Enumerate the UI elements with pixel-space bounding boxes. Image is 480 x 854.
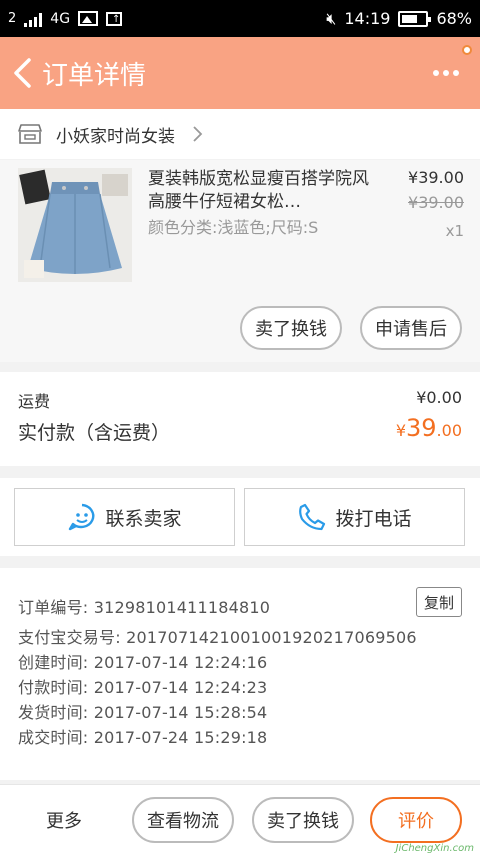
paid-decimal: .00: [436, 421, 462, 440]
product-original-price: ¥39.00: [408, 193, 464, 212]
call-phone-button[interactable]: 拨打电话: [244, 488, 465, 546]
network-type: 4G: [50, 10, 71, 27]
chevron-left-icon: [14, 58, 31, 88]
more-link[interactable]: 更多: [46, 807, 82, 833]
shipping-value: ¥0.00: [416, 388, 462, 407]
phone-icon: [299, 503, 326, 531]
upload-notification-icon: ↑: [106, 11, 123, 26]
page-title: 订单详情: [42, 60, 147, 91]
signal-icon: [24, 11, 43, 27]
fee-summary: 运费 ¥0.00 实付款（含运费） ¥39.00: [0, 372, 480, 466]
status-bar: 2 4G ↑ 🔇︎ 14:19 68%: [0, 0, 480, 37]
order-number-label: 订单编号:: [18, 598, 89, 617]
shipped-time: 2017-07-14 15:28:54: [93, 703, 268, 722]
product-title: 夏装韩版宽松显瘦百搭学院风高腰牛仔短裙女松…: [148, 169, 369, 212]
battery-percent: 68%: [436, 9, 472, 28]
image-notification-icon: [78, 11, 99, 26]
shop-icon: [18, 124, 42, 144]
paid-currency: ¥: [395, 421, 406, 440]
alipay-label: 支付宝交易号:: [18, 628, 121, 647]
shipping-label: 运费: [18, 392, 51, 411]
product-sku: 颜色分类:浅蓝色;尺码:S: [148, 218, 319, 237]
order-number-row: 订单编号: 31298101411184810: [18, 594, 270, 618]
product-quantity: x1: [445, 222, 464, 240]
paid-time-label: 付款时间:: [18, 678, 89, 697]
back-button[interactable]: [4, 37, 40, 109]
shipped-row: 发货时间: 2017-07-14 15:28:54: [18, 699, 267, 723]
created-label: 创建时间:: [18, 653, 89, 672]
completed-row: 成交时间: 2017-07-24 15:29:18: [18, 724, 267, 748]
copy-button[interactable]: 复制: [416, 587, 462, 617]
product-price: ¥39.00: [408, 168, 464, 187]
paid-time: 2017-07-14 12:24:23: [93, 678, 268, 697]
dot-icon: [453, 70, 459, 76]
paid-time-row: 付款时间: 2017-07-14 12:24:23: [18, 674, 267, 698]
view-logistics-button[interactable]: 查看物流: [132, 797, 234, 843]
created-time: 2017-07-14 12:24:16: [93, 653, 268, 672]
contact-seller-label: 联系卖家: [105, 507, 182, 530]
shipped-label: 发货时间:: [18, 703, 89, 722]
after-sale-button[interactable]: 申请售后: [360, 306, 462, 350]
paid-amount: ¥39.00: [396, 414, 462, 442]
paid-integer: 39: [406, 414, 437, 442]
dot-icon: [443, 70, 449, 76]
call-phone-label: 拨打电话: [335, 507, 412, 530]
bottom-action-bar: 更多 查看物流 卖了换钱 评价: [0, 784, 480, 854]
dot-icon: [433, 70, 439, 76]
title-bar: 订单详情: [0, 37, 480, 109]
review-button[interactable]: 评价: [370, 797, 462, 843]
contact-section: 联系卖家 拨打电话: [0, 478, 480, 556]
alipay-number: 2017071421001001920217069506: [126, 628, 417, 647]
created-row: 创建时间: 2017-07-14 12:24:16: [18, 649, 267, 673]
completed-label: 成交时间:: [18, 728, 89, 747]
order-info: 订单编号: 31298101411184810 复制 支付宝交易号: 20170…: [0, 568, 480, 780]
order-number: 31298101411184810: [93, 598, 271, 617]
shop-row[interactable]: 小妖家时尚女装: [0, 109, 480, 159]
contact-seller-button[interactable]: 联系卖家: [14, 488, 235, 546]
product-item[interactable]: 夏装韩版宽松显瘦百搭学院风高腰牛仔短裙女松… 颜色分类:浅蓝色;尺码:S ¥39…: [0, 160, 480, 362]
more-options-button[interactable]: [426, 45, 472, 93]
chat-bubble-icon: [69, 503, 95, 531]
chevron-right-icon: [193, 126, 203, 142]
sell-button[interactable]: 卖了换钱: [240, 306, 342, 350]
mute-icon: 🔇︎: [326, 8, 337, 28]
alipay-row: 支付宝交易号: 2017071421001001920217069506: [18, 624, 417, 648]
notification-dot: [462, 45, 472, 55]
battery-icon: [398, 10, 432, 27]
paid-label: 实付款（含运费）: [18, 422, 171, 444]
completed-time: 2017-07-24 15:29:18: [93, 728, 268, 747]
sell-button-bottom[interactable]: 卖了换钱: [252, 797, 354, 843]
shop-name: 小妖家时尚女装: [56, 126, 175, 147]
sim-indicator: 2: [8, 11, 17, 26]
product-image: [18, 168, 132, 282]
clock: 14:19: [344, 9, 391, 28]
